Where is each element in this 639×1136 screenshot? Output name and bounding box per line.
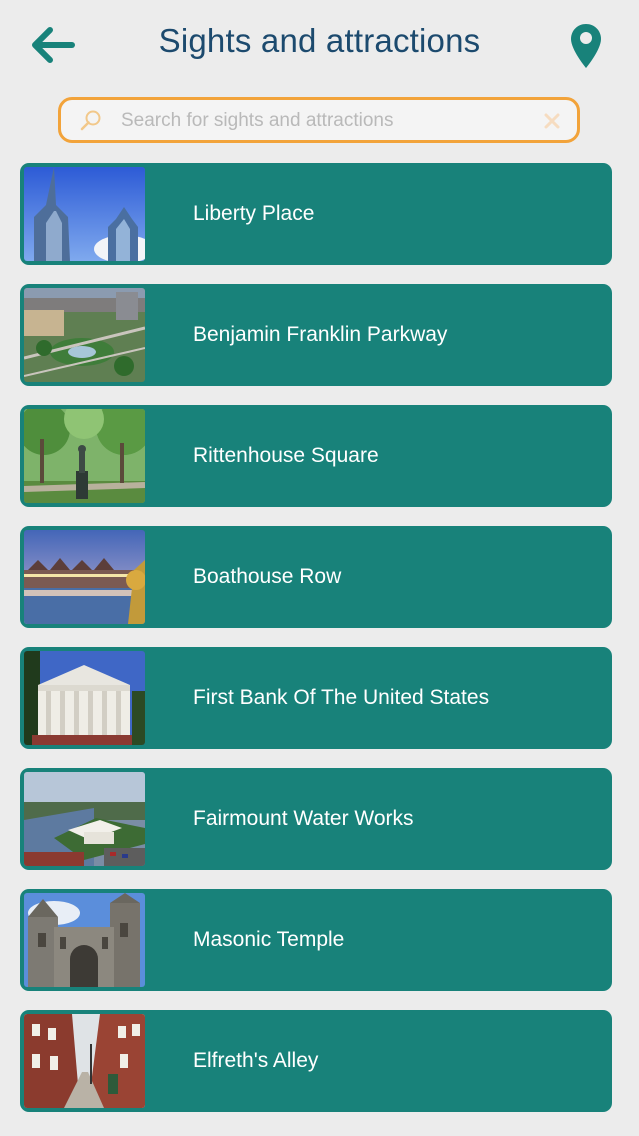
attraction-thumbnail (24, 1014, 145, 1108)
map-pin-icon (571, 24, 601, 68)
page-title: Sights and attractions (158, 22, 481, 59)
attraction-name: Fairmount Water Works (193, 807, 414, 830)
attraction-item[interactable]: Liberty Place (20, 163, 612, 265)
attraction-thumbnail (24, 893, 145, 987)
attraction-item[interactable]: Benjamin Franklin Parkway (20, 284, 612, 386)
attraction-name: Rittenhouse Square (193, 444, 379, 467)
search-icon (80, 110, 101, 131)
search-input[interactable] (119, 106, 533, 136)
attraction-item[interactable]: First Bank Of The United States (20, 647, 612, 749)
attraction-item[interactable]: Fairmount Water Works (20, 768, 612, 870)
attraction-thumbnail (24, 772, 145, 866)
attraction-thumbnail (24, 651, 145, 745)
attraction-name: Masonic Temple (193, 928, 345, 951)
attraction-item[interactable]: Elfreth's Alley (20, 1010, 612, 1112)
attraction-item[interactable]: Rittenhouse Square (20, 405, 612, 507)
attraction-thumbnail (24, 409, 145, 503)
attraction-thumbnail (24, 167, 145, 261)
attraction-name: Benjamin Franklin Parkway (193, 323, 448, 346)
attraction-item[interactable]: Boathouse Row (20, 526, 612, 628)
map-button[interactable] (566, 20, 606, 72)
search-bar (58, 97, 580, 143)
clear-icon (544, 113, 560, 129)
header: Sights and attractions (0, 0, 639, 88)
attraction-thumbnail (24, 288, 145, 382)
attraction-name: First Bank Of The United States (193, 686, 490, 709)
attractions-list: Liberty Place Benjamin Franklin Parkway (20, 163, 612, 1131)
attraction-name: Boathouse Row (193, 565, 342, 588)
attraction-item[interactable]: Masonic Temple (20, 889, 612, 991)
attraction-thumbnail (24, 530, 145, 624)
attraction-name: Liberty Place (193, 202, 315, 225)
clear-search-button[interactable] (539, 108, 565, 134)
attraction-name: Elfreth's Alley (193, 1049, 319, 1072)
